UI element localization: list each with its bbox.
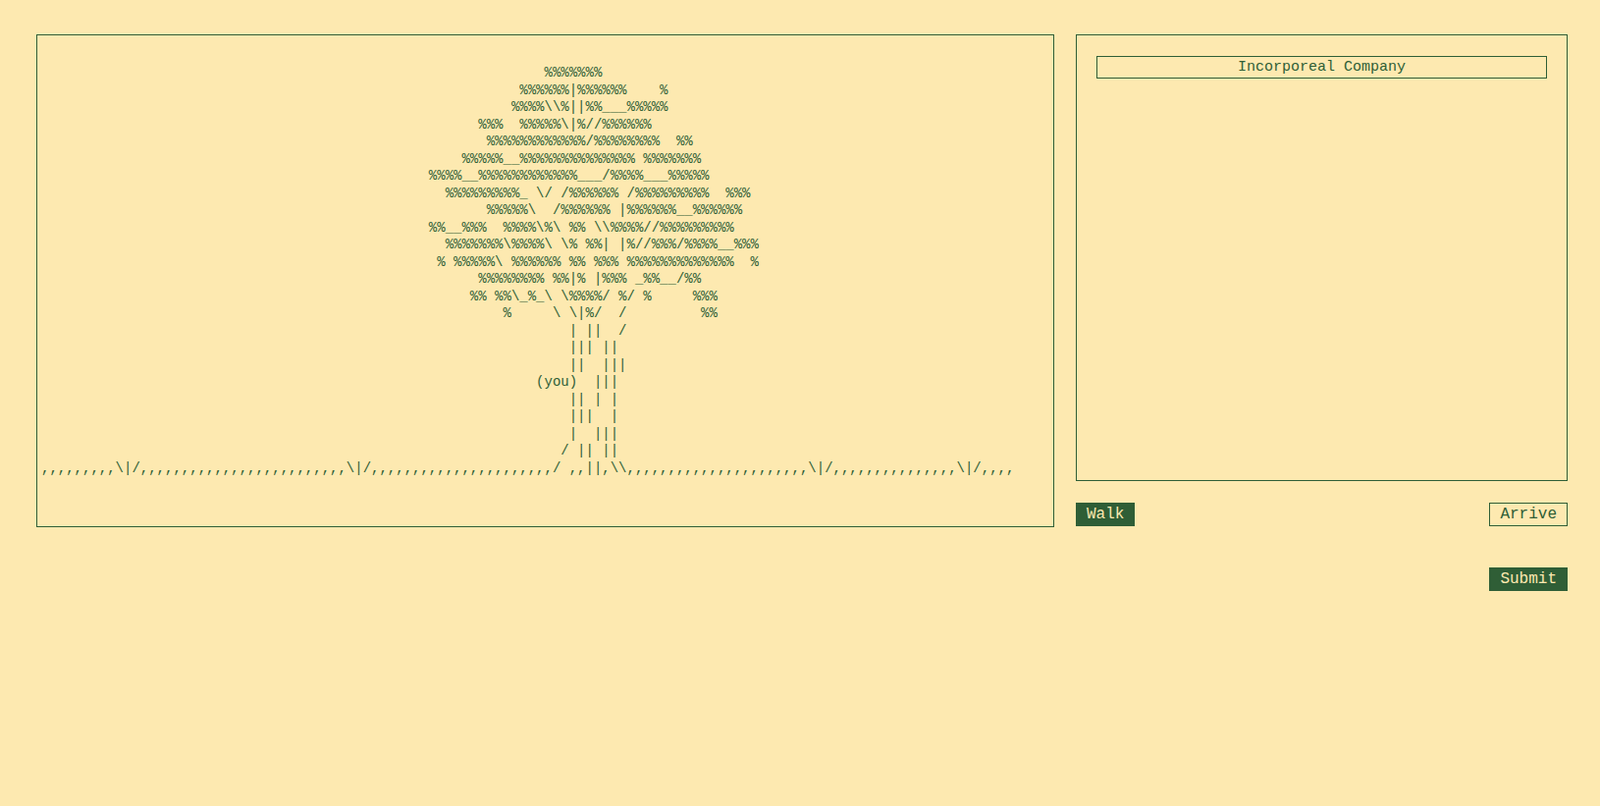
- scene-line: %%%%%%%% %%|% |%%% _%%__/%%: [41, 270, 1054, 289]
- submit-button[interactable]: Submit: [1489, 567, 1568, 591]
- scene-line: %%%%%%%\%%%%\ \% %%| |%//%%%/%%%%__%%%: [41, 236, 1054, 255]
- scene-line: %% %%\_%_\ \%%%%/ %/ % %%%: [41, 288, 1054, 307]
- side-column: Incorporeal Company Walk Arrive Submit: [1075, 34, 1568, 806]
- scene-line: % \ \|%/ / %%: [41, 305, 1054, 323]
- scene-line: %%%%%%%%%_ \/ /%%%%%% /%%%%%%%%% %%%: [41, 185, 1054, 204]
- action-row: Walk Arrive: [1075, 502, 1568, 527]
- party-panel: Incorporeal Company: [1075, 34, 1568, 481]
- party-member: Incorporeal Company: [1096, 55, 1547, 79]
- scene-line: %%%%__%%%%%%%%%%%%___/%%%%___%%%%%: [41, 167, 1054, 186]
- action-button[interactable]: Arrive: [1489, 502, 1568, 527]
- scene-line: ||| ||: [41, 339, 1054, 358]
- scene-line: %%%%%%%%%%%%/%%%%%%%% %%: [41, 133, 1054, 152]
- scene-line: %%% %%%%%\|%//%%%%%%: [41, 116, 1054, 135]
- scene-line: %%%%%%|%%%%%% %: [41, 82, 1054, 101]
- scene-line: %%%%%\ /%%%%%% |%%%%%%__%%%%%%: [41, 202, 1054, 220]
- scene-line: || |||: [41, 357, 1054, 375]
- scene-line: || | |: [41, 391, 1054, 410]
- scene-line: / || ||: [41, 442, 1054, 461]
- scene-line: %%%%%%%: [41, 64, 1054, 83]
- scene-line: | |||: [41, 426, 1054, 444]
- game-screen: %%%%%%% %%%%%%|%%%%%% % %%%%\\%||%%___%%…: [0, 0, 1600, 806]
- ascii-scene: %%%%%%% %%%%%%|%%%%%% % %%%%\\%||%%___%%…: [41, 64, 1054, 478]
- scene-line: %%%%\\%||%%___%%%%%: [41, 99, 1054, 117]
- scene-line: | || /: [41, 322, 1054, 341]
- submit-row: Submit: [1075, 567, 1568, 591]
- scene-line: ,,,,,,,,,\|/,,,,,,,,,,,,,,,,,,,,,,,,,\|/…: [41, 460, 1054, 479]
- scene-line: ||| |: [41, 408, 1054, 427]
- scene-line: (you) |||: [41, 373, 1054, 392]
- scene-line: % %%%%%\ %%%%%% %% %%% %%%%%%%%%%%%% %: [41, 254, 1054, 272]
- scene-panel: %%%%%%% %%%%%%|%%%%%% % %%%%\\%||%%___%%…: [36, 34, 1055, 528]
- action-button[interactable]: Walk: [1075, 502, 1135, 527]
- scene-line: %%__%%% %%%%\%\ %% \\%%%%//%%%%%%%%%: [41, 219, 1054, 238]
- scene-line: %%%%%__%%%%%%%%%%%%%% %%%%%%%: [41, 151, 1054, 169]
